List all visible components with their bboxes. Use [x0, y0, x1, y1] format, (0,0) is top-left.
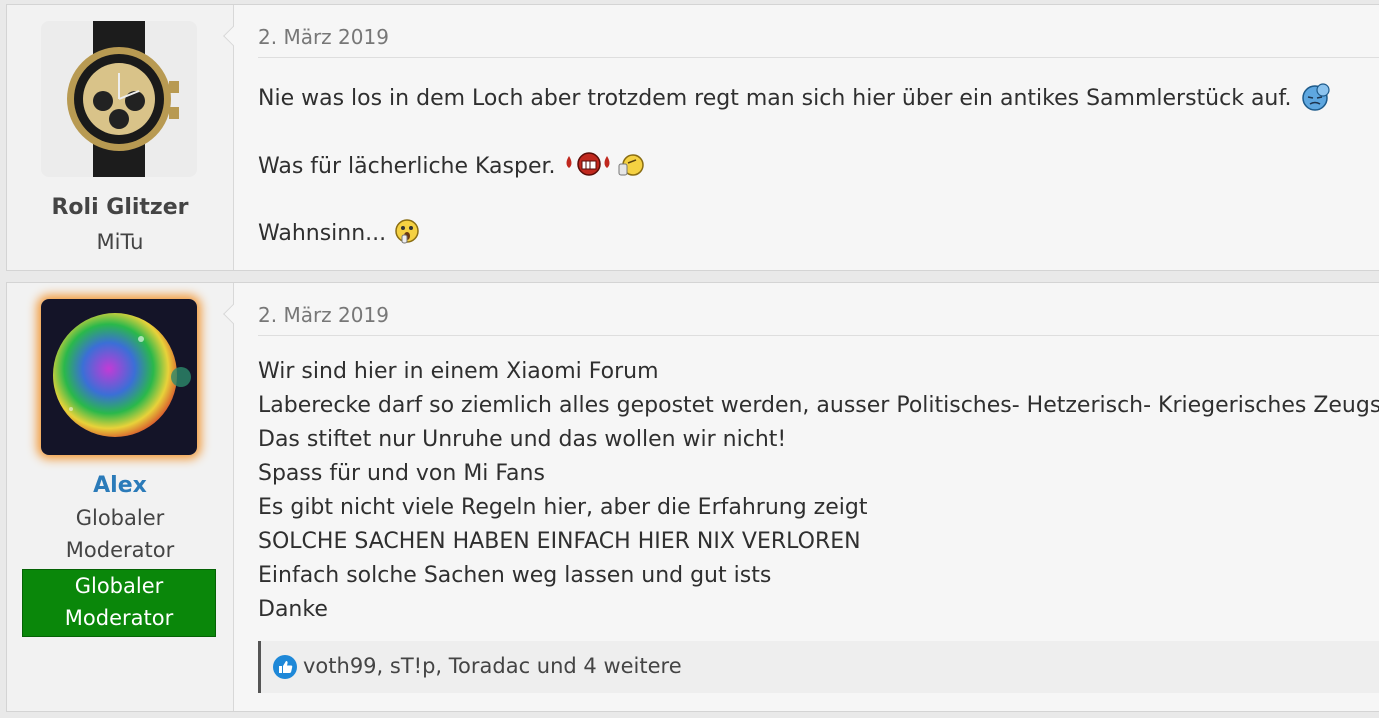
message-line: Es gibt nicht viele Regeln hier, aber di… — [258, 495, 868, 520]
divider — [258, 57, 1379, 58]
banner-line2: Moderator — [64, 606, 174, 630]
reactions-bar[interactable]: voth99, sT!p, Toradac und 4 weitere — [258, 641, 1379, 693]
avatar[interactable] — [41, 21, 197, 177]
message-line: Wir sind hier in einem Xiaomi Forum — [258, 359, 659, 384]
post-date[interactable]: 2. März 2019 — [258, 303, 389, 327]
post: Roli Glitzer MiTu 2. März 2019 Nie was l… — [6, 4, 1379, 271]
message-line: Danke — [258, 597, 328, 622]
divider — [258, 335, 1379, 336]
banner-line1: Globaler — [74, 574, 164, 598]
angry-smiley-icon — [563, 150, 649, 184]
avatar[interactable] — [41, 299, 197, 455]
user-info: Alex Globaler Moderator Globaler Moderat… — [7, 283, 234, 711]
post: Alex Globaler Moderator Globaler Moderat… — [6, 282, 1379, 712]
moderator-banner: Globaler Moderator — [22, 569, 216, 637]
message-line: SOLCHE SACHEN HABEN EINFACH HIER NIX VER… — [258, 529, 861, 554]
shocked-smiley-icon — [393, 217, 421, 251]
user-info: Roli Glitzer MiTu — [7, 5, 234, 270]
message-content: 2. März 2019 Nie was los in dem Loch abe… — [258, 5, 1379, 270]
reactions-users[interactable]: voth99, sT!p, Toradac und 4 weitere — [303, 654, 682, 678]
smiley-icon — [1299, 81, 1333, 117]
user-title-line2: Moderator — [65, 538, 175, 562]
username[interactable]: Alex — [7, 473, 233, 498]
message-line: Laberecke darf so ziemlich alles geposte… — [258, 393, 1379, 418]
like-icon[interactable] — [273, 655, 297, 683]
message-line: Spass für und von Mi Fans — [258, 461, 545, 486]
user-title: MiTu — [96, 230, 144, 254]
message-line: Einfach solche Sachen weg lassen und gut… — [258, 563, 772, 588]
user-title-line1: Globaler — [75, 506, 165, 530]
username[interactable]: Roli Glitzer — [7, 195, 233, 220]
message-line: Das stiftet nur Unruhe und das wollen wi… — [258, 427, 787, 452]
message-line: Wahnsinn... — [258, 221, 387, 246]
message-line: Nie was los in dem Loch aber trotzdem re… — [258, 86, 1292, 111]
post-date[interactable]: 2. März 2019 — [258, 25, 389, 49]
message-line: Was für lächerliche Kasper. — [258, 154, 556, 179]
message-content: 2. März 2019 Wir sind hier in einem Xiao… — [258, 283, 1379, 711]
